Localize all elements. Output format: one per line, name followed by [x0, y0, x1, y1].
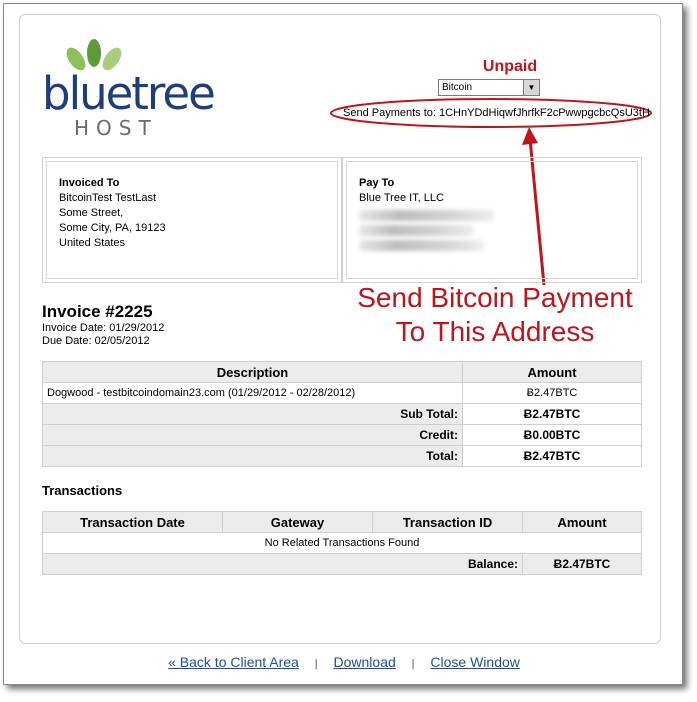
invoice-title: Invoice #2225	[42, 302, 153, 321]
balance-label: Balance:	[42, 553, 523, 575]
table-header-row: Description Amount	[42, 361, 642, 383]
redacted-address	[359, 210, 494, 251]
due-date: Due Date: 02/05/2012	[42, 335, 150, 347]
balance-value: Ƀ2.47BTC	[522, 553, 642, 575]
annotation-line-2: To This Address	[395, 316, 595, 347]
logo-subtext: HOST	[74, 116, 158, 140]
close-window-link[interactable]: Close Window	[430, 654, 519, 670]
invoiced-to-box: Invoiced To BitcoinTest TestLast Some St…	[42, 157, 342, 283]
subtotal-row: Sub Total: Ƀ2.47BTC	[42, 403, 642, 425]
footer-separator: |	[411, 658, 415, 670]
transactions-table: Transaction Date Gateway Transaction ID …	[42, 511, 642, 575]
client-city: Some City, PA, 19123	[59, 222, 166, 234]
payment-method-select[interactable]: Bitcoin ▼	[438, 79, 540, 96]
transaction-amount-header: Amount	[522, 511, 642, 533]
invoice-status: Unpaid	[482, 58, 538, 75]
annotation-text: Send Bitcoin Payment To This Address	[332, 281, 658, 349]
pay-to-box: Pay To Blue Tree IT, LLC	[342, 157, 642, 283]
subtotal-label: Sub Total:	[42, 403, 463, 425]
footer-links: « Back to Client Area | Download | Close…	[4, 654, 684, 670]
transaction-id-header: Transaction ID	[372, 511, 523, 533]
total-label: Total:	[42, 445, 463, 467]
table-row: Dogwood - testbitcoindomain23.com (01/29…	[42, 382, 642, 404]
table-row: No Related Transactions Found	[42, 532, 642, 554]
invoice-window: bluetree HOST Unpaid Bitcoin ▼ Send Paym…	[3, 3, 683, 685]
transactions-title: Transactions	[42, 483, 123, 498]
send-payments-text: Send Payments to: 1CHnYDdHiqwfJhrfkF2cPw…	[343, 107, 650, 119]
pay-to-label: Pay To	[359, 177, 395, 189]
balance-row: Balance: Ƀ2.47BTC	[42, 553, 642, 575]
description-header: Description	[42, 361, 463, 383]
credit-value: Ƀ0.00BTC	[462, 424, 642, 446]
no-transactions-message: No Related Transactions Found	[42, 532, 642, 554]
back-to-client-area-link[interactable]: « Back to Client Area	[168, 654, 299, 670]
transaction-date-header: Transaction Date	[42, 511, 223, 533]
item-amount: Ƀ2.47BTC	[462, 382, 642, 404]
bluetree-host-logo: bluetree HOST	[42, 37, 216, 140]
amount-header: Amount	[462, 361, 642, 383]
invoiced-to-label: Invoiced To	[59, 177, 120, 189]
pay-to-company: Blue Tree IT, LLC	[359, 192, 444, 204]
download-link[interactable]: Download	[334, 654, 396, 670]
footer-separator: |	[314, 658, 318, 670]
payment-method-value: Bitcoin	[442, 82, 473, 93]
credit-label: Credit:	[42, 424, 463, 446]
invoice-date: Invoice Date: 01/29/2012	[42, 322, 165, 334]
client-name: BitcoinTest TestLast	[59, 192, 157, 204]
item-description: Dogwood - testbitcoindomain23.com (01/29…	[42, 382, 463, 404]
table-header-row: Transaction Date Gateway Transaction ID …	[42, 511, 642, 533]
invoice-items-table: Description Amount Dogwood - testbitcoin…	[42, 361, 642, 467]
subtotal-value: Ƀ2.47BTC	[462, 403, 642, 425]
annotation-line-1: Send Bitcoin Payment	[357, 282, 633, 313]
send-payments-address: Send Payments to: 1CHnYDdHiqwfJhrfkF2cPw…	[329, 97, 653, 129]
invoice-card: bluetree HOST Unpaid Bitcoin ▼ Send Paym…	[19, 14, 661, 644]
client-country: United States	[59, 237, 126, 249]
gateway-header: Gateway	[222, 511, 373, 533]
client-street: Some Street,	[59, 207, 124, 219]
invoice-dates: Invoice Date: 01/29/2012 Due Date: 02/05…	[42, 322, 164, 348]
logo-wordmark: bluetree	[42, 67, 216, 120]
credit-row: Credit: Ƀ0.00BTC	[42, 424, 642, 446]
total-value: Ƀ2.47BTC	[462, 445, 642, 467]
total-row: Total: Ƀ2.47BTC	[42, 445, 642, 467]
chevron-down-icon[interactable]: ▼	[523, 80, 539, 95]
